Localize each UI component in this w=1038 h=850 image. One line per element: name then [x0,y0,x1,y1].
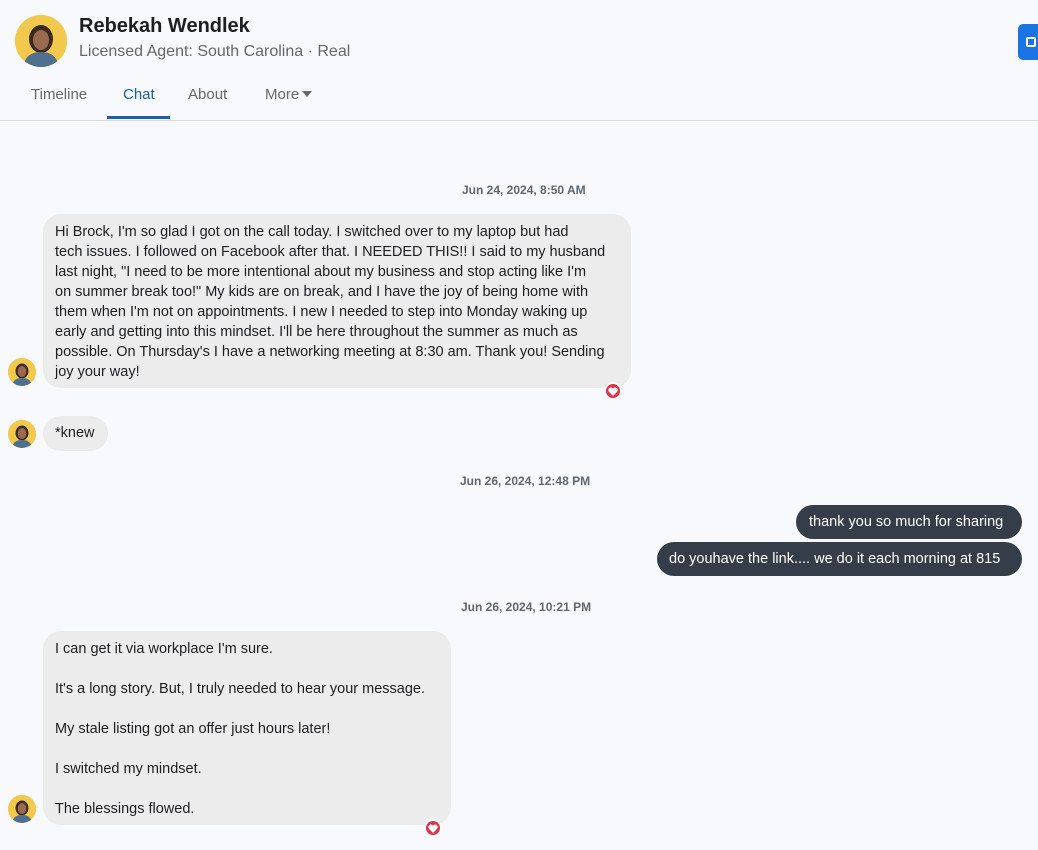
message-line: tech issues. I followed on Facebook afte… [55,244,606,260]
sender-avatar[interactable] [8,358,36,386]
message-line: them when I'm not on appointments. I new… [55,304,588,320]
tab-more-label: More [265,86,300,103]
edit-button[interactable] [1018,24,1038,60]
message-line: on summer break too!" My kids are on bre… [55,284,589,300]
message-line: possible. On Thursday's I have a network… [55,344,605,360]
message-paragraph: I switched my mindset. [55,761,202,777]
calendar-icon [1026,37,1036,47]
profile-subtitle: Licensed Agent: South Carolina · Real [79,43,351,60]
message-bubble-outgoing[interactable]: do youhave the link.... we do it each mo… [657,542,1022,576]
sender-avatar[interactable] [8,420,36,448]
message-paragraph: The blessings flowed. [55,801,195,817]
message-text: *knew [55,425,95,441]
message-paragraph: I can get it via workplace I'm sure. [55,641,273,657]
profile-header: Rebekah Wendlek Licensed Agent: South Ca… [0,0,1038,121]
timestamp: Jun 24, 2024, 8:50 AM [462,183,586,197]
avatar-image [15,15,67,67]
active-tab-indicator [107,116,170,119]
sender-avatar[interactable] [8,795,36,823]
message-line: last night, "I need to be more intention… [55,264,587,280]
avatar-image [8,420,36,448]
message-line: joy your way! [55,364,140,380]
message-line: Hi Brock, I'm so glad I got on the call … [55,224,569,240]
message-paragraph: My stale listing got an offer just hours… [55,721,331,737]
avatar-image [8,795,36,823]
timestamp: Jun 26, 2024, 10:21 PM [461,600,592,614]
message-bubble-incoming[interactable]: I can get it via workplace I'm sure. It'… [43,631,451,825]
tab-chat[interactable]: Chat [123,86,155,103]
message-line: early and getting into this mindset. I'l… [55,324,578,340]
message-text: do youhave the link.... we do it each mo… [669,551,1001,567]
tab-about[interactable]: About [188,86,227,103]
message-bubble-outgoing[interactable]: thank you so much for sharing [796,505,1022,539]
heart-reaction-icon[interactable] [426,821,440,835]
message-paragraph: It's a long story. But, I truly needed t… [55,681,426,697]
heart-icon [608,387,618,396]
message-bubble-incoming[interactable]: Hi Brock, I'm so glad I got on the call … [43,214,631,388]
tab-more[interactable]: More [265,86,313,103]
message-bubble-incoming[interactable]: *knew [43,416,108,451]
caret-down-icon [302,91,313,98]
timestamp: Jun 26, 2024, 12:48 PM [460,474,591,488]
heart-icon [428,824,438,833]
profile-name: Rebekah Wendlek [79,15,250,37]
avatar-image [8,358,36,386]
profile-avatar[interactable] [15,15,67,67]
message-text: thank you so much for sharing [809,514,1004,530]
tab-timeline[interactable]: Timeline [31,86,87,103]
heart-reaction-icon[interactable] [606,384,620,398]
